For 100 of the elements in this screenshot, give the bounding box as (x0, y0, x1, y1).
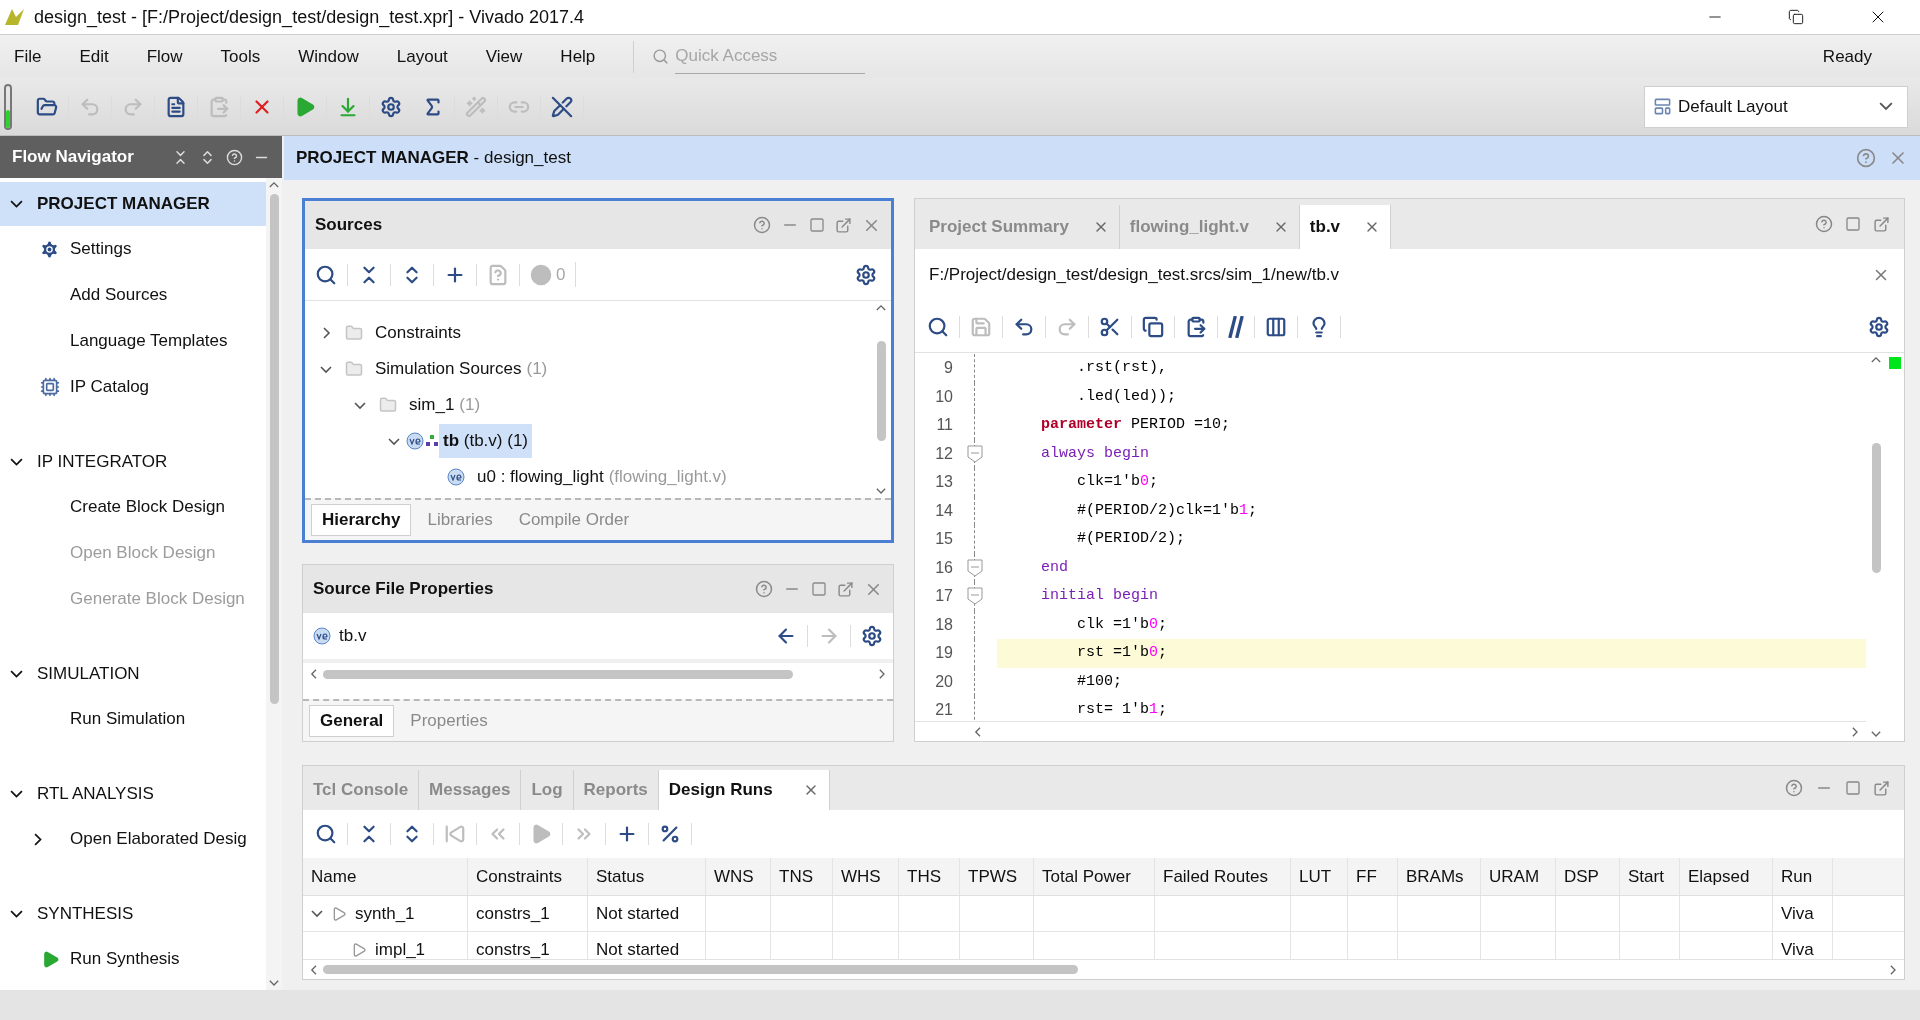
cut-icon[interactable] (1099, 315, 1121, 338)
column-header[interactable]: THS (899, 858, 960, 895)
search-field[interactable]: Quick Access (675, 39, 866, 74)
settings-icon[interactable] (861, 625, 883, 647)
column-header[interactable]: Run (1773, 858, 1833, 895)
menu-item[interactable]: View (485, 43, 523, 70)
tree-item[interactable]: Simulation Sources (1) (371, 352, 552, 386)
nav-item[interactable]: Run Simulation (70, 706, 186, 732)
nav-item[interactable]: Language Templates (70, 328, 228, 354)
column-header[interactable]: TPWS (960, 858, 1034, 895)
search-icon[interactable] (315, 263, 337, 286)
column-header[interactable]: Constraints (468, 858, 588, 895)
section-header[interactable]: SIMULATION (0, 652, 266, 696)
panel-tab[interactable]: Design Runs (658, 770, 830, 810)
scroll-down-icon[interactable] (876, 488, 886, 494)
crossed-pen-icon[interactable] (551, 95, 573, 118)
section-header[interactable]: IP INTEGRATOR (0, 440, 266, 484)
editor-tab[interactable]: tb.v (1299, 205, 1392, 249)
scroll-down-icon[interactable] (1871, 731, 1881, 737)
document-icon[interactable] (165, 95, 187, 118)
menu-item[interactable]: Flow (146, 43, 183, 70)
menu-item[interactable]: Layout (396, 43, 448, 70)
nav-item[interactable]: IP Catalog (70, 374, 150, 400)
scroll-left-icon[interactable] (975, 726, 981, 737)
settings-icon[interactable] (380, 95, 402, 118)
nav-item[interactable]: Add Sources (70, 282, 168, 308)
scroll-right-icon[interactable] (1890, 964, 1896, 975)
scrollbar-thumb[interactable] (322, 669, 793, 679)
column-header[interactable]: Failed Routes (1155, 858, 1291, 895)
section-header[interactable]: RTL ANALYSIS (0, 772, 266, 816)
column-header[interactable]: FF (1348, 858, 1398, 895)
chevron-right-icon[interactable] (322, 327, 330, 339)
folder-icon[interactable] (36, 95, 58, 118)
menu-item[interactable]: Edit (79, 43, 109, 70)
scrollbar-thumb[interactable] (876, 340, 886, 441)
nav-item[interactable]: Run Synthesis (70, 946, 180, 972)
nav-item[interactable]: Create Block Design (70, 494, 225, 520)
scroll-right-icon[interactable] (879, 669, 885, 679)
float-icon[interactable] (1873, 215, 1890, 233)
layout-dropdown[interactable]: Default Layout (1644, 85, 1908, 128)
help-icon[interactable] (755, 580, 773, 598)
nav-item[interactable]: Settings (70, 236, 132, 262)
search-icon[interactable] (927, 315, 949, 338)
chevron-down-icon[interactable] (10, 458, 23, 466)
float-icon[interactable] (835, 216, 852, 234)
tree-item[interactable]: sim_1 (1) (405, 388, 485, 422)
menu-item[interactable]: File (14, 43, 42, 70)
chevron-down-icon[interactable] (10, 910, 23, 918)
section-header[interactable]: SYNTHESIS (0, 892, 266, 936)
percent-icon[interactable] (659, 823, 681, 845)
settings-icon[interactable] (1868, 315, 1890, 338)
column-header[interactable]: URAM (1481, 858, 1556, 895)
column-header[interactable]: TNS (771, 858, 833, 895)
scrollbar-thumb[interactable] (322, 965, 1078, 974)
chevron-down-icon[interactable] (388, 437, 400, 445)
scroll-up-icon[interactable] (876, 305, 886, 311)
menu-item[interactable]: Tools (220, 43, 261, 70)
chevron-down-icon[interactable] (10, 200, 23, 208)
help-icon[interactable] (753, 216, 771, 234)
chevron-down-icon[interactable] (311, 910, 323, 917)
chevron-down-icon[interactable] (10, 790, 23, 798)
scrollbar-thumb[interactable] (1871, 442, 1881, 573)
copy-icon[interactable] (1142, 315, 1164, 338)
restore-window-icon[interactable] (1788, 9, 1804, 25)
column-header[interactable]: Elapsed (1680, 858, 1773, 895)
column-header[interactable]: Total Power (1034, 858, 1155, 895)
column-header[interactable]: Status (588, 858, 706, 895)
column-header[interactable]: WNS (706, 858, 771, 895)
nav-item[interactable]: Open Elaborated Desig (70, 826, 247, 852)
chevron-right-icon[interactable] (34, 832, 42, 846)
tree-item[interactable]: tb (tb.v) (1) (439, 424, 532, 458)
chevron-down-icon[interactable] (10, 670, 23, 678)
help-icon[interactable] (1856, 148, 1876, 168)
columns-icon[interactable] (1265, 315, 1287, 338)
search-icon[interactable] (315, 823, 337, 845)
scroll-down-icon[interactable] (269, 980, 279, 986)
scroll-right-icon[interactable] (1852, 726, 1858, 737)
double-slash-icon[interactable] (1228, 315, 1244, 338)
chevron-down-icon[interactable] (354, 401, 366, 409)
column-header[interactable]: WHS (833, 858, 899, 895)
paste-icon[interactable] (1185, 315, 1207, 338)
help-icon[interactable] (1785, 779, 1803, 797)
column-header[interactable]: LUT (1291, 858, 1348, 895)
float-icon[interactable] (1873, 779, 1890, 797)
tab[interactable]: Hierarchy (311, 504, 412, 536)
settings-icon[interactable] (855, 263, 877, 286)
help-icon[interactable] (1815, 215, 1833, 233)
scrollbar-thumb[interactable] (269, 193, 279, 704)
column-header[interactable]: BRAMs (1398, 858, 1481, 895)
column-header[interactable]: Start (1620, 858, 1680, 895)
menu-item[interactable]: Help (560, 43, 596, 70)
scroll-up-icon[interactable] (1871, 357, 1881, 363)
section-header[interactable]: PROJECT MANAGER (0, 182, 266, 226)
scroll-left-icon[interactable] (311, 669, 317, 679)
column-header[interactable]: Name (303, 858, 468, 895)
tree-item[interactable]: Constraints (371, 316, 465, 350)
tab[interactable]: General (309, 705, 395, 737)
tree-item[interactable]: u0 : flowing_light (flowing_light.v) (473, 460, 731, 494)
menu-item[interactable]: Window (298, 43, 359, 70)
float-icon[interactable] (837, 580, 854, 598)
